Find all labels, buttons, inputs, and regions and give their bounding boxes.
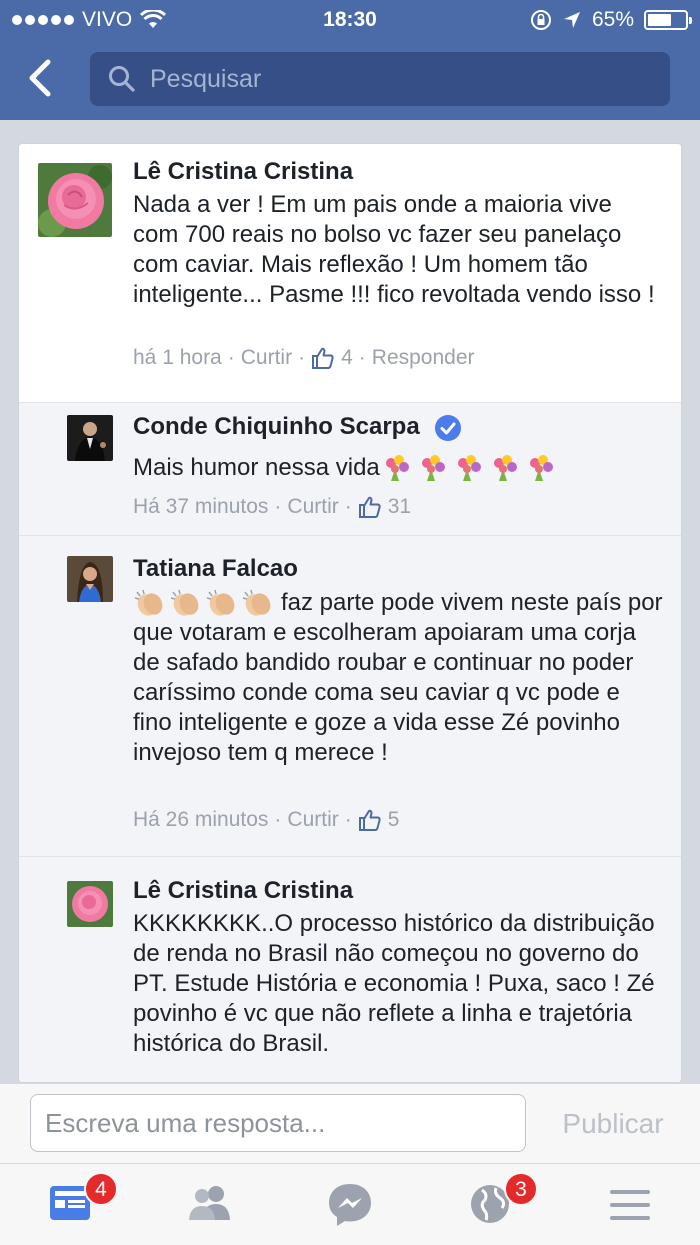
top-bar: VIVO 18:30 65% <box>0 0 700 120</box>
comment-meta: há 1 hora · Curtir · 4 · Responder <box>133 346 475 370</box>
reply-composer: Publicar <box>0 1083 700 1163</box>
comment-text: Nada a ver ! Em um pais onde a maioria v… <box>133 191 655 308</box>
notification-badge: 3 <box>504 1172 538 1206</box>
comment-time: Há 26 minutos <box>133 808 269 831</box>
clapping-hands-emoji <box>170 589 199 616</box>
comment-text-row: Mais humor nessa vida <box>133 453 663 483</box>
messenger-icon <box>329 1184 371 1226</box>
tab-news-feed[interactable]: 4 <box>40 1172 118 1234</box>
tab-notifications[interactable]: 3 <box>460 1172 538 1234</box>
avatar[interactable] <box>67 556 113 602</box>
clapping-hands-emoji <box>242 589 271 616</box>
comment-meta: Há 37 minutos · Curtir · 31 <box>133 495 412 519</box>
back-button[interactable] <box>24 58 60 98</box>
avatar[interactable] <box>67 415 113 461</box>
bouquet-emoji <box>529 455 553 481</box>
search-bar[interactable] <box>90 52 670 106</box>
man-in-suit-photo <box>67 415 113 461</box>
pink-rose-photo <box>67 881 113 927</box>
verified-badge-icon <box>435 414 462 441</box>
bouquet-emoji <box>493 455 517 481</box>
reply-item: Tatiana Falcao faz parte pode vivem nest… <box>19 535 681 856</box>
publish-button[interactable]: Publicar <box>548 1104 678 1144</box>
pink-rose-photo <box>38 163 112 237</box>
reply-button[interactable]: Responder <box>372 346 475 370</box>
menu-icon <box>610 1190 650 1220</box>
friends-icon <box>189 1186 230 1220</box>
search-input[interactable] <box>150 60 650 98</box>
comment-item: Lê Cristina Cristina Nada a ver ! Em um … <box>19 144 681 402</box>
avatar[interactable] <box>67 881 113 927</box>
comment-author[interactable]: Lê Cristina Cristina <box>133 877 353 905</box>
chevron-left-icon <box>29 59 51 97</box>
battery-percent: 65% <box>591 8 634 31</box>
comment-text: Mais humor nessa vida <box>133 454 380 481</box>
tab-friends[interactable] <box>180 1178 240 1234</box>
reply-item: Lê Cristina Cristina KKKKKKKK..O process… <box>19 856 681 1082</box>
clapping-hands-emoji <box>206 589 235 616</box>
reply-item: Conde Chiquinho Scarpa Mais humor nessa … <box>19 402 681 535</box>
avatar[interactable] <box>38 163 112 237</box>
status-bar: VIVO 18:30 65% <box>0 0 700 40</box>
bouquet-emoji <box>421 455 445 481</box>
status-right: 65% <box>530 8 692 32</box>
tab-messenger[interactable] <box>320 1178 380 1234</box>
comment-author-row: Conde Chiquinho Scarpa <box>133 413 462 442</box>
comment-author[interactable]: Tatiana Falcao <box>133 555 298 583</box>
bouquet-emoji <box>385 455 409 481</box>
location-arrow-icon <box>563 12 580 28</box>
comments-card: Lê Cristina Cristina Nada a ver ! Em um … <box>18 143 682 1083</box>
clapping-hands-emoji <box>134 589 163 616</box>
thumbs-up-icon <box>358 496 381 518</box>
rotation-lock-icon <box>530 10 551 30</box>
bouquet-emoji <box>457 455 481 481</box>
comment-time: Há 37 minutos <box>133 495 269 518</box>
notification-badge: 4 <box>84 1172 118 1206</box>
reply-input[interactable] <box>30 1094 526 1152</box>
like-button[interactable]: Curtir <box>287 808 338 832</box>
comment-author[interactable]: Lê Cristina Cristina <box>133 158 353 186</box>
like-button[interactable]: Curtir <box>241 346 292 370</box>
search-icon <box>109 66 135 92</box>
bouquet-emoji-group <box>382 453 556 483</box>
like-count: 31 <box>387 495 412 518</box>
like-count: 5 <box>387 808 400 831</box>
like-button[interactable]: Curtir <box>287 495 338 519</box>
tab-menu[interactable] <box>600 1178 660 1234</box>
woman-photo <box>67 556 113 602</box>
like-count: 4 <box>341 346 353 369</box>
tab-bar: 4 3 <box>0 1163 700 1245</box>
battery-fill <box>648 14 671 26</box>
clapping-hands-emoji-group <box>133 588 275 618</box>
comment-author[interactable]: Conde Chiquinho Scarpa <box>133 413 420 440</box>
thumbs-up-icon <box>312 347 334 369</box>
battery-icon <box>644 10 692 30</box>
comment-meta: Há 26 minutos · Curtir · 5 <box>133 808 400 832</box>
comment-time: há 1 hora <box>133 346 222 369</box>
comment-text: KKKKKKKK..O processo histórico da distri… <box>133 910 655 1057</box>
thumbs-up-icon <box>358 809 381 831</box>
